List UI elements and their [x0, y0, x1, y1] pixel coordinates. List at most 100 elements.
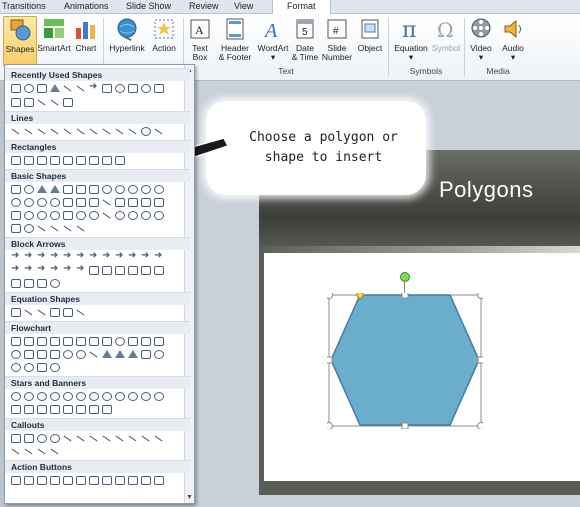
shape-circular-arrow[interactable] — [49, 278, 60, 288]
shape-right-brace[interactable] — [75, 223, 86, 233]
shape-smiley[interactable] — [140, 83, 151, 93]
shape-trapezoid[interactable] — [75, 184, 86, 194]
shape-sun[interactable] — [114, 210, 125, 220]
tab-transitions[interactable]: Transitions — [2, 1, 46, 13]
shape-ribbon[interactable] — [10, 404, 21, 414]
shape-line[interactable] — [49, 97, 60, 107]
shape-heart[interactable] — [88, 210, 99, 220]
shape-left-bracket[interactable] — [36, 223, 47, 233]
shape-line-callout[interactable] — [114, 433, 125, 443]
shape-connector[interactable] — [75, 126, 86, 136]
rotation-handle[interactable] — [400, 272, 410, 282]
shape-callout[interactable] — [10, 433, 21, 443]
shape-not-equal[interactable] — [75, 307, 86, 317]
shape-can[interactable] — [140, 197, 151, 207]
shape-round-rectangle[interactable] — [114, 155, 125, 165]
shape-callout[interactable] — [23, 433, 34, 443]
shape-summing-junction[interactable] — [62, 349, 73, 359]
shape-chevron[interactable] — [101, 265, 112, 275]
shape-arrow[interactable] — [88, 82, 99, 93]
shape-cube[interactable] — [62, 97, 73, 107]
shape-curved-arrow[interactable] — [10, 264, 21, 275]
shape-ribbon[interactable] — [23, 404, 34, 414]
shape-right-bracket[interactable] — [49, 223, 60, 233]
text-box-button[interactable]: A Text Box — [186, 16, 214, 62]
shape-rectangle[interactable] — [153, 83, 164, 93]
shape-notched-arrow[interactable] — [75, 264, 86, 275]
shape-line-callout[interactable] — [75, 433, 86, 443]
shape-action-information[interactable] — [75, 475, 86, 485]
shape-action-help[interactable] — [140, 475, 151, 485]
shape-line[interactable] — [10, 126, 21, 136]
shape-pentagon[interactable] — [101, 184, 112, 194]
shape-star[interactable] — [62, 391, 73, 401]
shape-line-callout[interactable] — [153, 433, 164, 443]
wordart-button[interactable]: A WordArt ▾ — [256, 16, 290, 62]
shape-punched-tape[interactable] — [49, 349, 60, 359]
shape-rectangle[interactable] — [10, 155, 21, 165]
shape-callout[interactable] — [36, 433, 47, 443]
shapes-gallery[interactable]: ▲ ▼ Recently Used Shapes Lines Rectangle… — [4, 64, 195, 504]
shape-cube[interactable] — [153, 197, 164, 207]
shape-star[interactable] — [140, 391, 151, 401]
shape-line-callout[interactable] — [101, 433, 112, 443]
shape-half-frame[interactable] — [75, 197, 86, 207]
shape-extract[interactable] — [114, 349, 125, 359]
shape-action-document[interactable] — [114, 475, 125, 485]
shape-callout-arrow[interactable] — [23, 278, 34, 288]
hyperlink-button[interactable]: Hyperlink — [107, 16, 147, 53]
shape-delay[interactable] — [153, 349, 164, 359]
shape-action-forward[interactable] — [23, 475, 34, 485]
shape-card[interactable] — [36, 349, 47, 359]
shape-striped-arrow[interactable] — [62, 264, 73, 275]
shape-or[interactable] — [75, 349, 86, 359]
shape-triangle[interactable] — [36, 184, 47, 194]
shape-arc[interactable] — [153, 210, 164, 220]
slide-title[interactable]: Polygons — [439, 177, 534, 203]
shape-freeform[interactable] — [127, 126, 138, 136]
shape-ribbon[interactable] — [36, 404, 47, 414]
shape-rectangle[interactable] — [127, 83, 138, 93]
shape-star[interactable] — [36, 391, 47, 401]
shape-ribbon[interactable] — [49, 404, 60, 414]
shape-bevel[interactable] — [10, 210, 21, 220]
shape-oval[interactable] — [114, 83, 125, 93]
shape-stored-data[interactable] — [140, 349, 151, 359]
shape-callout[interactable] — [49, 433, 60, 443]
shape-document[interactable] — [88, 336, 99, 346]
shape-process[interactable] — [10, 336, 21, 346]
shape-action-end[interactable] — [49, 475, 60, 485]
shape-bent-arrow[interactable] — [114, 251, 125, 262]
shape-double-brace[interactable] — [23, 223, 34, 233]
shape-octagon[interactable] — [140, 184, 151, 194]
shape-teardrop[interactable] — [49, 197, 60, 207]
scroll-down-icon[interactable]: ▼ — [186, 494, 193, 501]
resize-handle[interactable] — [327, 293, 333, 299]
shape-manual-operation[interactable] — [153, 336, 164, 346]
shape-terminator[interactable] — [114, 336, 125, 346]
tab-review[interactable]: Review — [189, 1, 219, 13]
shape-left-right-arrow[interactable] — [62, 251, 73, 262]
shape-line-callout[interactable] — [23, 446, 34, 456]
resize-handle[interactable] — [327, 422, 333, 430]
shape-left-arrow[interactable] — [23, 251, 34, 262]
shape-action-home[interactable] — [62, 475, 73, 485]
shape-right-arrow[interactable] — [10, 251, 21, 262]
tab-animations[interactable]: Animations — [64, 1, 109, 13]
shape-magnetic-disk[interactable] — [23, 362, 34, 372]
shape-curved-arrow[interactable] — [49, 264, 60, 275]
shape-star[interactable] — [153, 391, 164, 401]
shape-heptagon[interactable] — [127, 184, 138, 194]
shape-up-down-arrow[interactable] — [75, 251, 86, 262]
shape-donut[interactable] — [23, 210, 34, 220]
shape-scroll[interactable] — [75, 404, 86, 414]
shape-line-callout[interactable] — [88, 433, 99, 443]
shape-parallelogram[interactable] — [62, 184, 73, 194]
shape-display[interactable] — [49, 362, 60, 372]
hexagon-shape[interactable] — [330, 294, 480, 426]
shape-chord[interactable] — [36, 197, 47, 207]
shape-off-page-connector[interactable] — [23, 349, 34, 359]
video-button[interactable]: Video ▾ — [467, 16, 495, 62]
shape-frame[interactable] — [62, 197, 73, 207]
shape-plaque[interactable] — [127, 197, 138, 207]
